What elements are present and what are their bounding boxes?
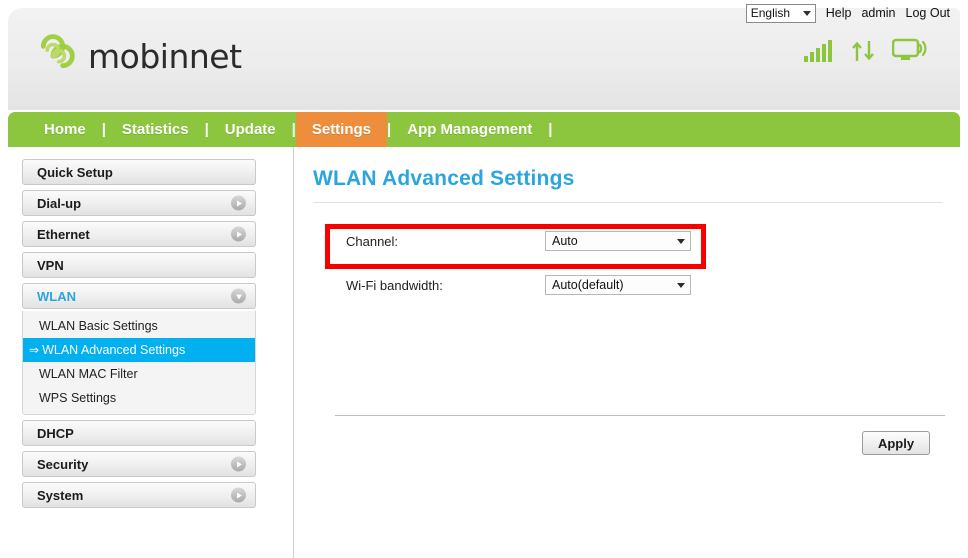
wifi-bandwidth-label: Wi-Fi bandwidth: [346, 277, 443, 293]
form-bottom-divider [335, 415, 945, 416]
current-user-label: admin [861, 6, 896, 20]
mobinnet-swirl-logo-icon [40, 34, 75, 69]
top-utility-bar: English Help admin Log Out [0, 0, 968, 26]
sidebar-item-label: System [37, 487, 84, 503]
sidebar-subitem-label: WLAN Basic Settings [39, 319, 158, 333]
sidebar-item-label: Dial-up [37, 195, 82, 211]
sidebar-item-label: Quick Setup [37, 164, 113, 180]
content-panel: WLAN Advanced Settings Channel: Auto Wi-… [293, 147, 968, 558]
nav-item-update-label: Update [224, 121, 276, 138]
sidebar-item-quick-setup[interactable]: Quick Setup [22, 159, 256, 185]
chevron-right-icon [231, 456, 246, 472]
chevron-down-icon [677, 238, 685, 244]
nav-item-app-management-label: App Management [407, 121, 533, 138]
sidebar-item-label: WLAN [37, 288, 76, 304]
sidebar-item-wlan-advanced-settings[interactable]: ⇒ WLAN Advanced Settings [23, 338, 255, 362]
chevron-right-icon [231, 487, 246, 503]
nav-item-home[interactable]: Home [8, 112, 102, 147]
sidebar: Quick Setup Dial-up Ethernet VPN WLAN WL… [22, 159, 256, 513]
sidebar-item-label: DHCP [37, 425, 74, 441]
nav-item-app-management[interactable]: App Management [391, 112, 548, 147]
form-row-wifi-bandwidth: Wi-Fi bandwidth: Auto(default) [293, 263, 968, 307]
chevron-right-icon [231, 195, 246, 211]
page-body: Quick Setup Dial-up Ethernet VPN WLAN WL… [0, 147, 968, 558]
nav-separator: | [291, 121, 296, 138]
logout-link[interactable]: Log Out [906, 6, 950, 20]
sidebar-item-wlan-basic-settings[interactable]: WLAN Basic Settings [23, 314, 255, 338]
sidebar-subitem-label: WPS Settings [39, 391, 117, 405]
main-navigation: Home | Statistics | Update | Settings | … [8, 112, 960, 147]
sidebar-item-ethernet[interactable]: Ethernet [22, 221, 256, 247]
nav-item-settings[interactable]: Settings [295, 112, 388, 147]
channel-select[interactable]: Auto [545, 231, 691, 251]
sidebar-submenu-wlan: WLAN Basic Settings ⇒ WLAN Advanced Sett… [22, 311, 256, 415]
language-select-value: English [750, 5, 791, 20]
title-divider [313, 202, 943, 203]
sidebar-subitem-label: WLAN Advanced Settings [42, 343, 186, 357]
sidebar-item-vpn[interactable]: VPN [22, 252, 256, 278]
monitor-wifi-icon [892, 38, 927, 60]
channel-select-value: Auto [552, 234, 578, 248]
nav-item-statistics[interactable]: Statistics [106, 112, 205, 147]
chevron-down-icon [677, 282, 685, 288]
chevron-right-icon [231, 226, 246, 242]
help-link[interactable]: Help [826, 6, 852, 20]
brand-name: mobinnet [88, 36, 242, 76]
nav-separator: | [548, 121, 553, 138]
sidebar-item-wlan-mac-filter[interactable]: WLAN MAC Filter [23, 362, 255, 386]
nav-item-settings-label: Settings [311, 121, 372, 138]
sidebar-item-dhcp[interactable]: DHCP [22, 420, 256, 446]
signal-bars-icon [804, 40, 832, 62]
selected-arrow-icon: ⇒ [29, 343, 40, 357]
sidebar-item-security[interactable]: Security [22, 451, 256, 477]
sidebar-item-label: Ethernet [37, 226, 90, 242]
settings-form: Channel: Auto Wi-Fi bandwidth: Auto(defa… [293, 219, 968, 455]
status-icon-group [804, 38, 928, 62]
chevron-down-icon [231, 288, 246, 304]
sidebar-item-system[interactable]: System [22, 482, 256, 508]
page-title: WLAN Advanced Settings [313, 167, 575, 190]
nav-separator: | [387, 121, 392, 138]
router-admin-page: English Help admin Log Out mobinnet Home… [0, 0, 968, 558]
wifi-bandwidth-select[interactable]: Auto(default) [545, 275, 691, 295]
channel-label: Channel: [346, 233, 399, 249]
language-select[interactable]: English [745, 3, 816, 23]
apply-button-label: Apply [877, 435, 915, 451]
form-row-channel: Channel: Auto [293, 219, 968, 263]
sidebar-item-label: Security [37, 456, 89, 472]
wifi-bandwidth-select-value: Auto(default) [552, 278, 624, 292]
brand-logo[interactable]: mobinnet [30, 34, 242, 78]
chevron-down-icon [802, 10, 811, 16]
nav-item-statistics-label: Statistics [121, 121, 189, 138]
sidebar-item-label: VPN [37, 257, 64, 273]
nav-separator: | [204, 121, 209, 138]
sidebar-item-wlan[interactable]: WLAN [22, 283, 256, 309]
nav-separator: | [101, 121, 106, 138]
nav-item-home-label: Home [44, 121, 86, 138]
nav-item-update[interactable]: Update [209, 112, 292, 147]
sidebar-item-wps-settings[interactable]: WPS Settings [23, 386, 255, 410]
sidebar-item-dial-up[interactable]: Dial-up [22, 190, 256, 216]
up-down-arrows-icon [852, 41, 874, 61]
sidebar-subitem-label: WLAN MAC Filter [39, 367, 138, 381]
apply-button[interactable]: Apply [862, 431, 930, 455]
